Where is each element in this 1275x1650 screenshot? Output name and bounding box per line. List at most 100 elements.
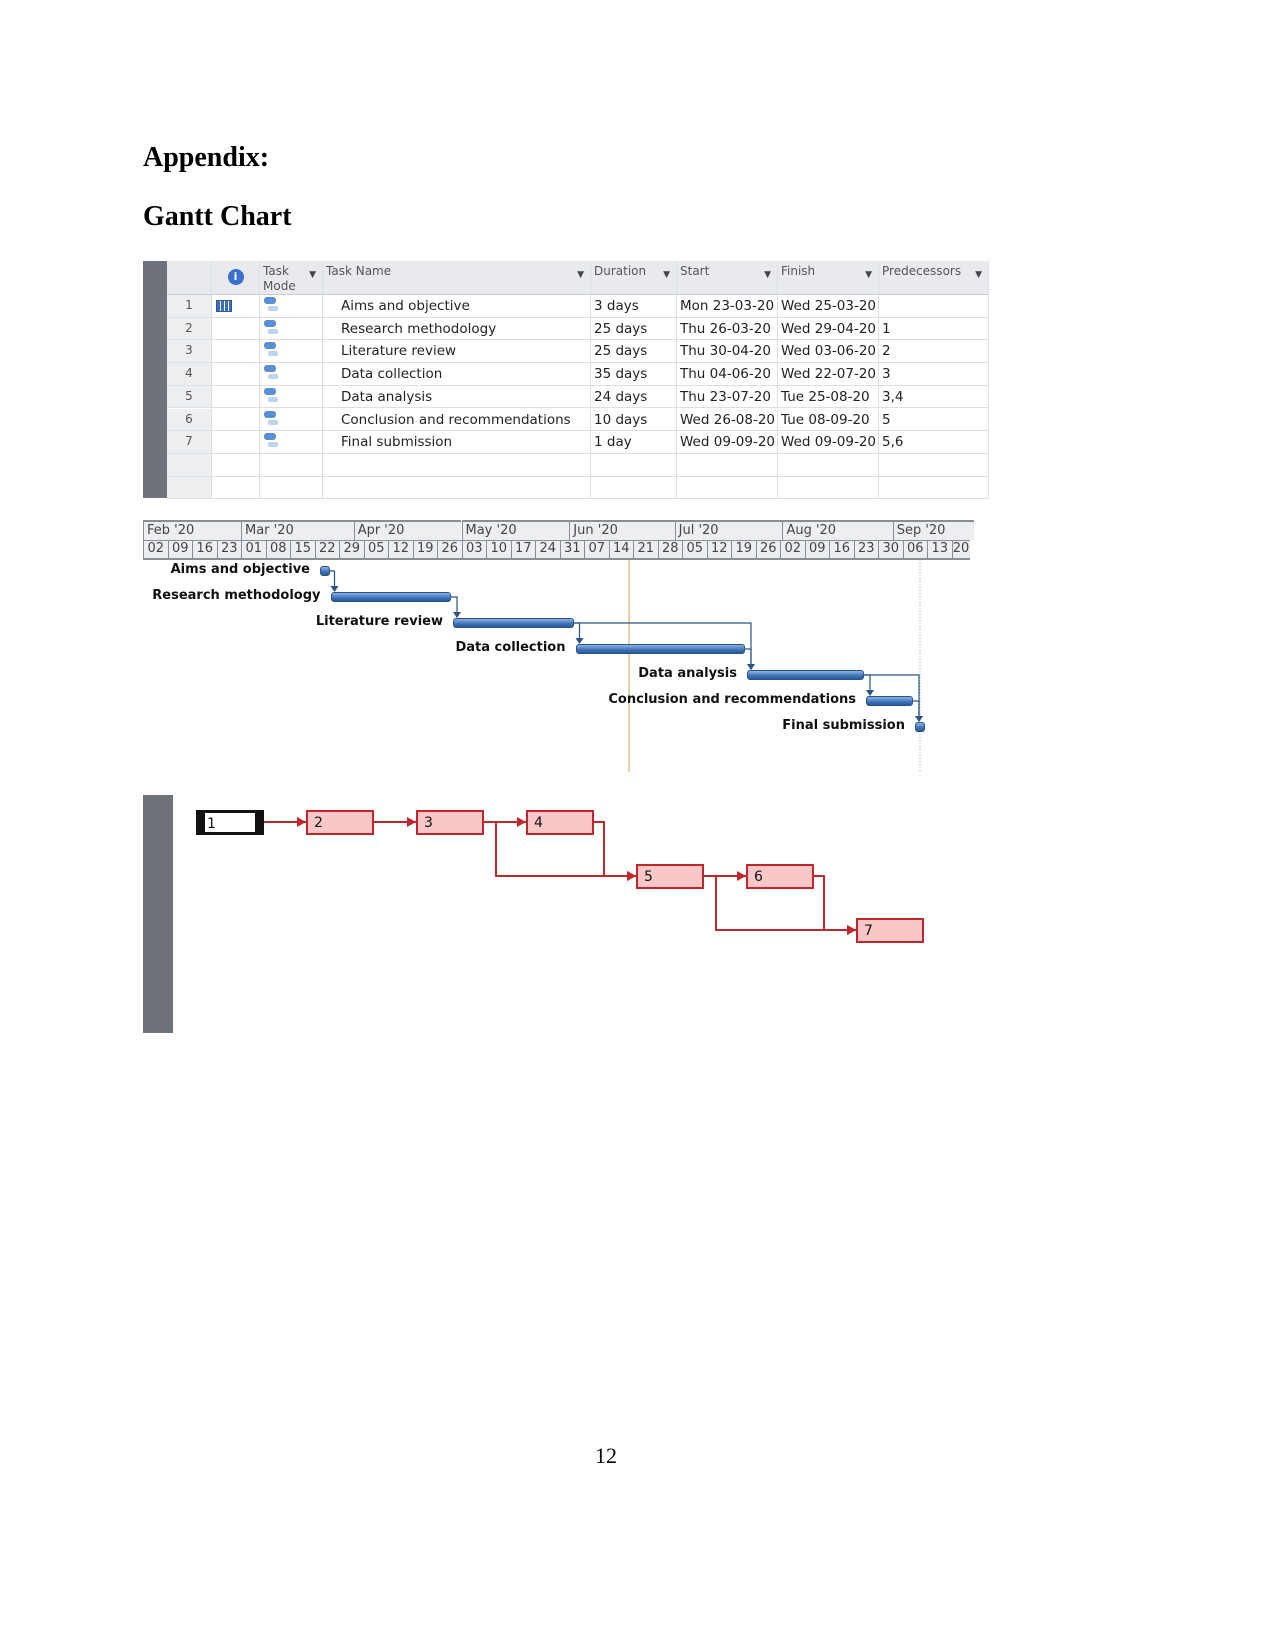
table-cell-num: 4 bbox=[167, 363, 212, 386]
week-header: 02 bbox=[780, 540, 805, 560]
week-header: 20 bbox=[951, 540, 970, 560]
network-node[interactable]: 5 bbox=[636, 864, 704, 889]
week-header: 31 bbox=[559, 540, 584, 560]
column-header-start[interactable]: Start ▼ bbox=[677, 261, 778, 295]
chevron-down-icon[interactable]: ▼ bbox=[975, 270, 982, 280]
network-node[interactable]: 7 bbox=[856, 918, 924, 943]
column-header-mode[interactable]: Task Mode ▼ bbox=[260, 261, 323, 295]
table-cell-duration[interactable]: 24 days bbox=[591, 385, 677, 409]
task-bar-label: Aims and objective bbox=[170, 562, 310, 577]
chevron-down-icon[interactable]: ▼ bbox=[865, 270, 872, 280]
column-header-name[interactable]: Task Name ▼ bbox=[323, 261, 591, 295]
table-cell-predecessors[interactable]: 5 bbox=[879, 408, 989, 432]
task-bar-label: Research methodology bbox=[152, 588, 321, 603]
table-cell-num: 5 bbox=[167, 385, 212, 409]
table-cell-mode[interactable] bbox=[260, 431, 323, 454]
table-cell-name[interactable]: Data analysis bbox=[323, 385, 591, 409]
table-cell-mode[interactable] bbox=[260, 317, 323, 341]
column-header-duration[interactable]: Duration ▼ bbox=[591, 261, 677, 295]
network-node[interactable]: 4 bbox=[526, 810, 594, 835]
column-header-finish[interactable]: Finish ▼ bbox=[778, 261, 879, 295]
table-cell-finish[interactable]: Wed 22-07-20 bbox=[778, 363, 879, 386]
column-header-label: Finish bbox=[781, 264, 816, 278]
table-cell-predecessors[interactable]: 2 bbox=[879, 340, 989, 364]
table-cell-info[interactable] bbox=[212, 408, 260, 432]
table-cell-duration[interactable]: 1 day bbox=[591, 431, 677, 454]
network-node[interactable]: 3 bbox=[416, 810, 484, 835]
table-cell-start[interactable]: Thu 23-07-20 bbox=[677, 385, 778, 409]
table-cell-predecessors[interactable]: 1 bbox=[879, 317, 989, 341]
table-cell-start[interactable]: Mon 23-03-20 bbox=[677, 295, 778, 318]
table-cell-finish[interactable]: Tue 25-08-20 bbox=[778, 385, 879, 409]
chevron-down-icon[interactable]: ▼ bbox=[663, 270, 670, 280]
chevron-down-icon[interactable]: ▼ bbox=[309, 270, 316, 280]
table-cell-name[interactable]: Conclusion and recommendations bbox=[323, 408, 591, 432]
week-header: 15 bbox=[290, 540, 315, 560]
table-cell-start[interactable]: Thu 26-03-20 bbox=[677, 317, 778, 341]
table-cell-name[interactable]: Research methodology bbox=[323, 317, 591, 341]
column-header-label: Task Mode bbox=[263, 264, 296, 293]
table-cell-predecessors[interactable]: 5,6 bbox=[879, 431, 989, 454]
chevron-down-icon[interactable]: ▼ bbox=[764, 270, 771, 280]
table-cell-predecessors[interactable] bbox=[879, 295, 989, 318]
task-bar[interactable] bbox=[915, 722, 925, 732]
table-cell-duration[interactable]: 35 days bbox=[591, 363, 677, 386]
table-cell-name[interactable]: Final submission bbox=[323, 431, 591, 454]
table-cell-finish[interactable]: Wed 09-09-20 bbox=[778, 431, 879, 454]
table-cell-predecessors[interactable]: 3,4 bbox=[879, 385, 989, 409]
table-cell-name[interactable]: Data collection bbox=[323, 363, 591, 386]
table-cell-finish[interactable]: Tue 08-09-20 bbox=[778, 408, 879, 432]
table-cell-info[interactable] bbox=[212, 317, 260, 341]
column-header-info[interactable]: i bbox=[212, 261, 260, 295]
table-cell-info[interactable] bbox=[212, 385, 260, 409]
table-cell-mode[interactable] bbox=[260, 363, 323, 386]
table-cell-finish[interactable]: Wed 29-04-20 bbox=[778, 317, 879, 341]
column-header-label: Task Name bbox=[326, 264, 392, 278]
task-bar-label: Literature review bbox=[315, 614, 443, 629]
gantt-chart-heading: Gantt Chart bbox=[143, 201, 292, 232]
table-cell-mode[interactable] bbox=[260, 385, 323, 409]
table-cell-name[interactable]: Aims and objective bbox=[323, 295, 591, 318]
table-cell-mode[interactable] bbox=[260, 295, 323, 318]
column-header-predecessors[interactable]: Predecessors ▼ bbox=[879, 261, 989, 295]
table-cell-num: 7 bbox=[167, 431, 212, 454]
table-cell-predecessors[interactable]: 3 bbox=[879, 363, 989, 386]
table-cell-info[interactable] bbox=[212, 340, 260, 364]
table-cell-duration[interactable]: 3 days bbox=[591, 295, 677, 318]
task-bar[interactable] bbox=[320, 566, 330, 576]
table-cell-finish[interactable]: Wed 25-03-20 bbox=[778, 295, 879, 318]
table-cell-start[interactable]: Thu 30-04-20 bbox=[677, 340, 778, 364]
task-bar[interactable] bbox=[330, 592, 451, 602]
month-header: Sep '20 bbox=[892, 520, 974, 540]
empty-cell bbox=[260, 476, 323, 499]
table-cell-start[interactable]: Wed 26-08-20 bbox=[677, 408, 778, 432]
table-cell-duration[interactable]: 10 days bbox=[591, 408, 677, 432]
task-bar[interactable] bbox=[575, 644, 745, 654]
table-cell-name[interactable]: Literature review bbox=[323, 340, 591, 364]
task-bar[interactable] bbox=[747, 670, 864, 680]
arrow-head-icon bbox=[517, 817, 526, 827]
network-node[interactable]: 1 bbox=[196, 810, 264, 835]
task-table: i Task Mode ▼ Task Name ▼ Duration ▼ Start ▼ Fini… bbox=[143, 261, 989, 499]
calendar-icon bbox=[216, 300, 232, 312]
empty-cell bbox=[591, 453, 677, 477]
network-node[interactable]: 2 bbox=[306, 810, 374, 835]
week-header: 10 bbox=[486, 540, 511, 560]
table-cell-duration[interactable]: 25 days bbox=[591, 340, 677, 364]
table-cell-mode[interactable] bbox=[260, 408, 323, 432]
task-bar[interactable] bbox=[453, 618, 574, 628]
table-cell-duration[interactable]: 25 days bbox=[591, 317, 677, 341]
table-cell-mode[interactable] bbox=[260, 340, 323, 364]
table-cell-info[interactable] bbox=[212, 295, 260, 318]
table-cell-finish[interactable]: Wed 03-06-20 bbox=[778, 340, 879, 364]
arrow-head-icon bbox=[407, 817, 416, 827]
table-cell-info[interactable] bbox=[212, 363, 260, 386]
table-cell-start[interactable]: Wed 09-09-20 bbox=[677, 431, 778, 454]
task-bar[interactable] bbox=[866, 696, 913, 706]
table-cell-info[interactable] bbox=[212, 431, 260, 454]
table-cell-start[interactable]: Thu 04-06-20 bbox=[677, 363, 778, 386]
week-header: 23 bbox=[853, 540, 878, 560]
chevron-down-icon[interactable]: ▼ bbox=[577, 270, 584, 280]
week-header: 16 bbox=[829, 540, 854, 560]
network-node[interactable]: 6 bbox=[746, 864, 814, 889]
